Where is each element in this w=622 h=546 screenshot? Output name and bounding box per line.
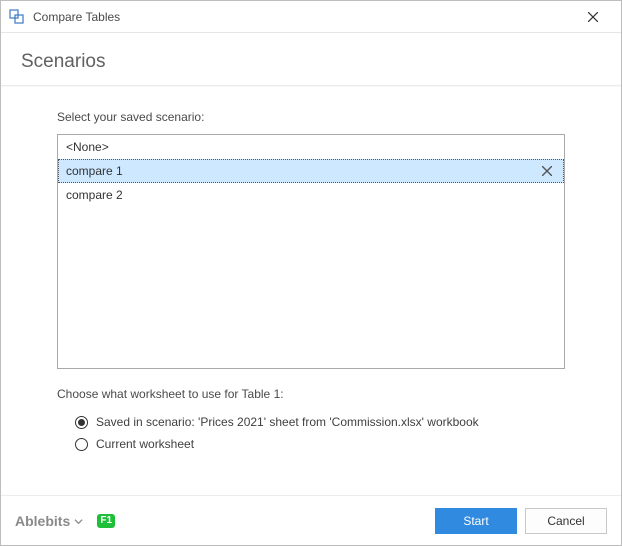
header: Scenarios bbox=[1, 33, 621, 86]
brand-link[interactable]: Ablebits bbox=[15, 513, 83, 529]
delete-scenario-icon[interactable] bbox=[538, 162, 556, 180]
start-button[interactable]: Start bbox=[435, 508, 517, 534]
page-title: Scenarios bbox=[21, 51, 601, 73]
radio-current-worksheet[interactable]: Current worksheet bbox=[57, 433, 565, 455]
scenario-item-compare1[interactable]: compare 1 bbox=[58, 159, 564, 183]
app-icon bbox=[9, 9, 25, 25]
radio-saved-scenario[interactable]: Saved in scenario: 'Prices 2021' sheet f… bbox=[57, 411, 565, 433]
scenario-list-label: Select your saved scenario: bbox=[57, 110, 565, 124]
titlebar: Compare Tables bbox=[1, 1, 621, 33]
brand-label: Ablebits bbox=[15, 513, 70, 529]
chevron-down-icon bbox=[74, 513, 83, 529]
worksheet-label: Choose what worksheet to use for Table 1… bbox=[57, 387, 565, 401]
radio-label: Saved in scenario: 'Prices 2021' sheet f… bbox=[96, 415, 479, 429]
scenario-item-none[interactable]: <None> bbox=[58, 135, 564, 159]
content: Select your saved scenario: <None> compa… bbox=[1, 86, 621, 495]
radio-icon bbox=[75, 438, 88, 451]
scenario-item-label: <None> bbox=[66, 135, 556, 159]
radio-label: Current worksheet bbox=[96, 437, 194, 451]
cancel-button[interactable]: Cancel bbox=[525, 508, 607, 534]
window-title: Compare Tables bbox=[33, 10, 573, 24]
radio-icon bbox=[75, 416, 88, 429]
scenario-item-label: compare 1 bbox=[66, 159, 538, 183]
scenario-listbox[interactable]: <None> compare 1 compare 2 bbox=[57, 134, 565, 369]
footer: Ablebits F1 Start Cancel bbox=[1, 495, 621, 545]
close-button[interactable] bbox=[573, 2, 613, 32]
help-button[interactable]: F1 bbox=[97, 514, 115, 528]
scenario-item-compare2[interactable]: compare 2 bbox=[58, 183, 564, 207]
scenario-item-label: compare 2 bbox=[66, 183, 556, 207]
